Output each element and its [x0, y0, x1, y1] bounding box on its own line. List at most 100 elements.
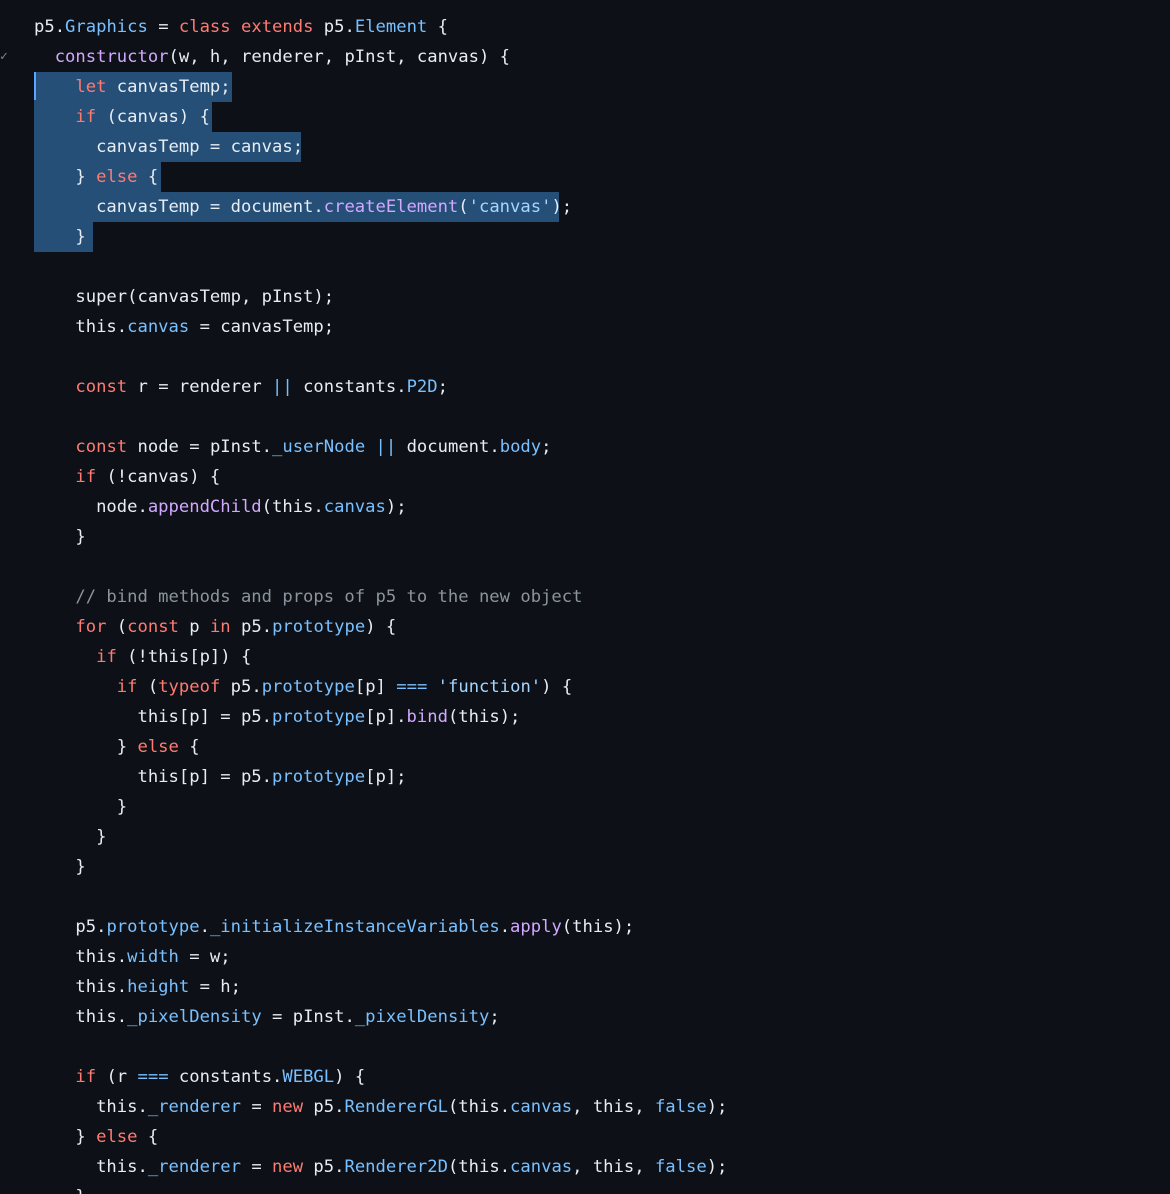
code-line[interactable]: if (!canvas) { [34, 462, 220, 492]
code-line[interactable]: p5.Graphics = class extends p5.Element { [34, 12, 448, 42]
code-line[interactable]: canvasTemp = document.createElement('can… [34, 192, 572, 222]
code-token: if [75, 1067, 97, 1087]
code-line[interactable]: } else { [34, 732, 200, 762]
code-token: canvas [323, 497, 386, 517]
code-token: for [75, 617, 107, 637]
code-line[interactable]: this.canvas = canvasTemp; [34, 312, 334, 342]
code-token: // bind methods and props of p5 to the n… [34, 587, 583, 607]
code-token: canvasTemp = document. [34, 197, 324, 217]
code-line[interactable]: node.appendChild(this.canvas); [34, 492, 406, 522]
code-token: . [499, 917, 511, 937]
code-token: prototype [272, 767, 366, 787]
code-line[interactable]: this._pixelDensity = pInst._pixelDensity… [34, 1002, 499, 1032]
code-token: ) { [334, 1067, 366, 1087]
code-token: === [137, 1067, 169, 1087]
code-line[interactable]: } [34, 792, 127, 822]
code-token: const [75, 437, 128, 457]
code-token: p5. [313, 17, 355, 37]
code-line[interactable]: this._renderer = new p5.RendererGL(this.… [34, 1092, 727, 1122]
code-token: false [654, 1157, 707, 1177]
code-token: bind [406, 707, 448, 727]
code-token: node = pInst. [127, 437, 273, 457]
code-token: = pInst. [261, 1007, 355, 1027]
code-editor[interactable]: ✓ p5.Graphics = class extends p5.Element… [0, 0, 1170, 1194]
code-line[interactable]: if (typeof p5.prototype[p] === 'function… [34, 672, 572, 702]
code-line[interactable]: for (const p in p5.prototype) { [34, 612, 396, 642]
code-token: _renderer [147, 1097, 241, 1117]
code-line[interactable]: this.height = h; [34, 972, 241, 1002]
code-line[interactable]: } [34, 852, 86, 882]
code-token: } [34, 857, 86, 877]
code-token: [p]. [365, 707, 407, 727]
code-token: this. [34, 1007, 128, 1027]
code-line[interactable]: let canvasTemp; [34, 72, 231, 102]
code-line[interactable]: } [34, 522, 85, 552]
code-token: _initializeInstanceVariables [209, 917, 500, 937]
code-line[interactable]: p5.prototype._initializeInstanceVariable… [34, 912, 634, 942]
code-line[interactable]: if (!this[p]) { [34, 642, 251, 672]
code-line[interactable]: canvasTemp = canvas; [34, 132, 303, 162]
code-token: if [75, 467, 97, 487]
code-token: } [34, 737, 138, 757]
code-line[interactable]: const node = pInst._userNode || document… [34, 432, 551, 462]
fold-check-icon[interactable]: ✓ [0, 42, 14, 72]
code-line[interactable]: } [34, 822, 106, 852]
code-token: new [272, 1157, 304, 1177]
code-token: r = renderer [127, 377, 273, 397]
code-token: 'canvas' [468, 197, 552, 217]
code-token: canvas [127, 317, 190, 337]
code-line[interactable]: } [34, 222, 85, 252]
code-token: this. [34, 317, 128, 337]
code-line[interactable]: } else { [34, 162, 158, 192]
code-token: Renderer2D [344, 1157, 448, 1177]
code-token: ( [106, 617, 128, 637]
code-line[interactable]: // bind methods and props of p5 to the n… [34, 582, 582, 612]
code-token: (this. [447, 1157, 511, 1177]
code-token: if [96, 647, 117, 667]
code-token: if [116, 677, 138, 697]
code-line[interactable]: this._renderer = new p5.Renderer2D(this.… [34, 1152, 727, 1182]
code-token: (r [96, 1067, 138, 1087]
code-token: Element [354, 17, 428, 37]
code-token: height [127, 977, 190, 997]
code-token: _pixelDensity [354, 1007, 490, 1027]
code-token: prototype [272, 707, 366, 727]
code-token: Graphics [65, 17, 148, 37]
code-token: canvas [510, 1157, 573, 1177]
code-token: p5. [303, 1157, 345, 1177]
code-token: = w; [178, 947, 231, 967]
code-token: this. [34, 1157, 148, 1177]
code-line[interactable]: constructor(w, h, renderer, pInst, canva… [34, 42, 510, 72]
code-line[interactable]: if (r === constants.WEBGL) { [34, 1062, 365, 1092]
code-line[interactable]: this[p] = p5.prototype[p]; [34, 762, 406, 792]
code-token: this[p] = p5. [34, 767, 272, 787]
code-token: else [96, 1127, 138, 1147]
code-token: ; [541, 437, 552, 457]
code-token: || [375, 437, 397, 457]
code-token: 'function' [437, 677, 542, 697]
code-line[interactable]: this[p] = p5.prototype[p].bind(this); [34, 702, 520, 732]
code-token: , this, [572, 1097, 655, 1117]
code-line[interactable]: } [34, 1182, 85, 1194]
code-token: this. [34, 947, 128, 967]
code-token: = h; [189, 977, 241, 997]
code-token: constants. [168, 1067, 283, 1087]
code-line[interactable]: if (canvas) { [34, 102, 210, 132]
code-token: === [396, 677, 428, 697]
code-line[interactable]: super(canvasTemp, pInst); [34, 282, 334, 312]
code-line[interactable]: } else { [34, 1122, 158, 1152]
code-token: canvasTemp; [106, 77, 231, 97]
code-token: const [127, 617, 179, 637]
code-token: else [137, 737, 179, 757]
code-line[interactable]: const r = renderer || constants.P2D; [34, 372, 448, 402]
code-token: ); [706, 1097, 728, 1117]
code-token: canvasTemp = canvas; [34, 137, 304, 157]
code-token: this. [34, 977, 128, 997]
code-line[interactable]: this.width = w; [34, 942, 231, 972]
